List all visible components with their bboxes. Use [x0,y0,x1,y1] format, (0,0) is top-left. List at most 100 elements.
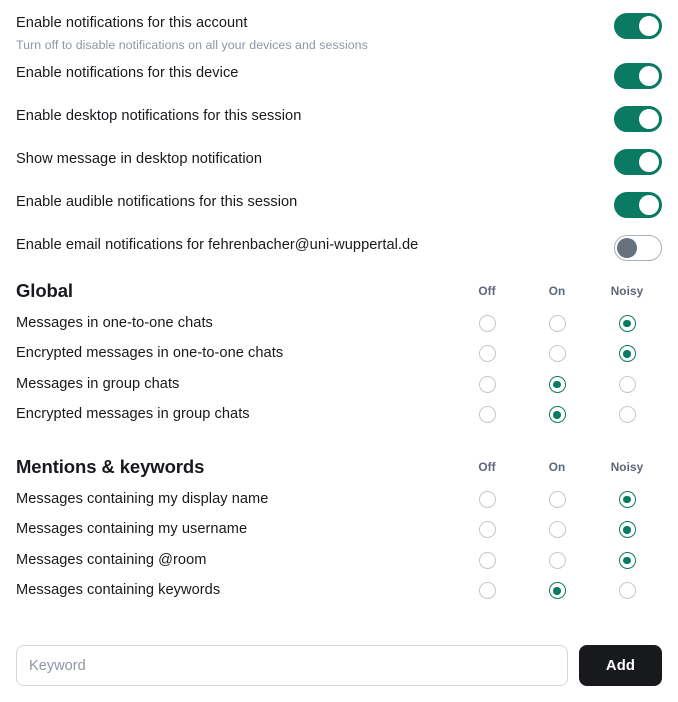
row-label: Encrypted messages in one-to-one chats [16,345,284,362]
toggle-knob [639,152,659,172]
toggle-switch-device[interactable] [614,63,662,89]
radio-noisy[interactable] [618,406,636,424]
global-column-headers: Off On Noisy [452,278,662,304]
radio-on[interactable] [548,582,566,600]
radio-group [452,345,662,363]
table-row: Messages containing @room [16,545,662,576]
toggle-row-show-message: Show message in desktop notification [16,149,662,175]
radio-cell-off[interactable] [452,314,522,332]
radio-cell-off[interactable] [452,582,522,600]
row-label: Messages containing my username [16,521,248,538]
toggle-switch-show-message[interactable] [614,149,662,175]
row-label: Messages in one-to-one chats [16,314,213,331]
radio-group [452,490,662,508]
radio-noisy[interactable] [618,345,636,363]
toggle-knob [617,238,637,258]
radio-noisy[interactable] [618,490,636,508]
radio-noisy[interactable] [618,582,636,600]
toggle-switch-desktop[interactable] [614,106,662,132]
radio-off[interactable] [478,521,496,539]
toggle-switch-audible[interactable] [614,192,662,218]
table-row: Messages in group chats [16,369,662,400]
notification-toggles-section: Enable notifications for this account Tu… [16,0,662,261]
toggle-texts: Show message in desktop notification [16,149,614,170]
radio-on[interactable] [548,406,566,424]
radio-cell-on[interactable] [522,375,592,393]
mentions-section: Mentions & keywords Off On Noisy Message… [16,454,662,606]
radio-noisy[interactable] [618,521,636,539]
radio-cell-on[interactable] [522,521,592,539]
table-row: Messages in one-to-one chats [16,308,662,339]
radio-off[interactable] [478,406,496,424]
radio-on[interactable] [548,314,566,332]
mentions-section-head: Mentions & keywords Off On Noisy [16,454,662,484]
radio-cell-noisy[interactable] [592,375,662,393]
radio-cell-on[interactable] [522,345,592,363]
radio-group [452,314,662,332]
radio-off[interactable] [478,582,496,600]
radio-cell-noisy[interactable] [592,490,662,508]
toggle-switch-account[interactable] [614,13,662,39]
radio-cell-noisy[interactable] [592,521,662,539]
radio-cell-noisy[interactable] [592,345,662,363]
keyword-input[interactable] [16,645,568,686]
toggle-switch-email[interactable] [614,235,662,261]
radio-on[interactable] [548,345,566,363]
radio-cell-off[interactable] [452,375,522,393]
toggle-row-device: Enable notifications for this device [16,63,662,89]
radio-off[interactable] [478,345,496,363]
row-label: Messages containing @room [16,551,207,568]
radio-noisy[interactable] [618,314,636,332]
toggle-row-audible: Enable audible notifications for this se… [16,192,662,218]
table-row: Encrypted messages in group chats [16,400,662,431]
radio-off[interactable] [478,314,496,332]
radio-off[interactable] [478,375,496,393]
toggle-knob [639,195,659,215]
row-label: Messages containing my display name [16,490,269,507]
radio-cell-on[interactable] [522,582,592,600]
radio-cell-on[interactable] [522,406,592,424]
column-header-noisy: Noisy [610,460,644,474]
radio-off[interactable] [478,490,496,508]
radio-on[interactable] [548,521,566,539]
toggle-row-email: Enable email notifications for fehrenbac… [16,235,662,261]
radio-cell-off[interactable] [452,406,522,424]
radio-cell-noisy[interactable] [592,314,662,332]
radio-cell-on[interactable] [522,490,592,508]
radio-cell-off[interactable] [452,490,522,508]
radio-noisy[interactable] [618,551,636,569]
radio-cell-on[interactable] [522,551,592,569]
radio-cell-off[interactable] [452,345,522,363]
radio-on[interactable] [548,551,566,569]
toggle-texts: Enable notifications for this account Tu… [16,13,614,55]
radio-group [452,521,662,539]
column-header-noisy: Noisy [610,284,644,298]
radio-off[interactable] [478,551,496,569]
global-section: Global Off On Noisy Messages in one-to-o… [16,278,662,430]
radio-cell-noisy[interactable] [592,406,662,424]
toggle-label-desktop: Enable desktop notifications for this se… [16,108,302,124]
toggle-label-show-message: Show message in desktop notification [16,151,262,167]
keyword-add-row: Add [16,645,662,686]
radio-cell-off[interactable] [452,521,522,539]
radio-cell-on[interactable] [522,314,592,332]
row-label: Encrypted messages in group chats [16,406,250,423]
toggle-label-audible: Enable audible notifications for this se… [16,194,298,210]
add-keyword-button[interactable]: Add [579,645,662,686]
mentions-column-headers: Off On Noisy [452,454,662,480]
radio-group [452,582,662,600]
radio-cell-noisy[interactable] [592,582,662,600]
radio-group [452,375,662,393]
radio-on[interactable] [548,490,566,508]
radio-noisy[interactable] [618,375,636,393]
table-row: Messages containing keywords [16,576,662,607]
toggle-caption-account: Turn off to disable notifications on all… [16,38,368,52]
radio-on[interactable] [548,375,566,393]
table-row: Messages containing my username [16,515,662,546]
toggle-texts: Enable email notifications for fehrenbac… [16,235,614,256]
radio-cell-off[interactable] [452,551,522,569]
radio-cell-noisy[interactable] [592,551,662,569]
radio-group [452,551,662,569]
toggle-texts: Enable notifications for this device [16,63,614,84]
toggle-label-device: Enable notifications for this device [16,65,239,81]
